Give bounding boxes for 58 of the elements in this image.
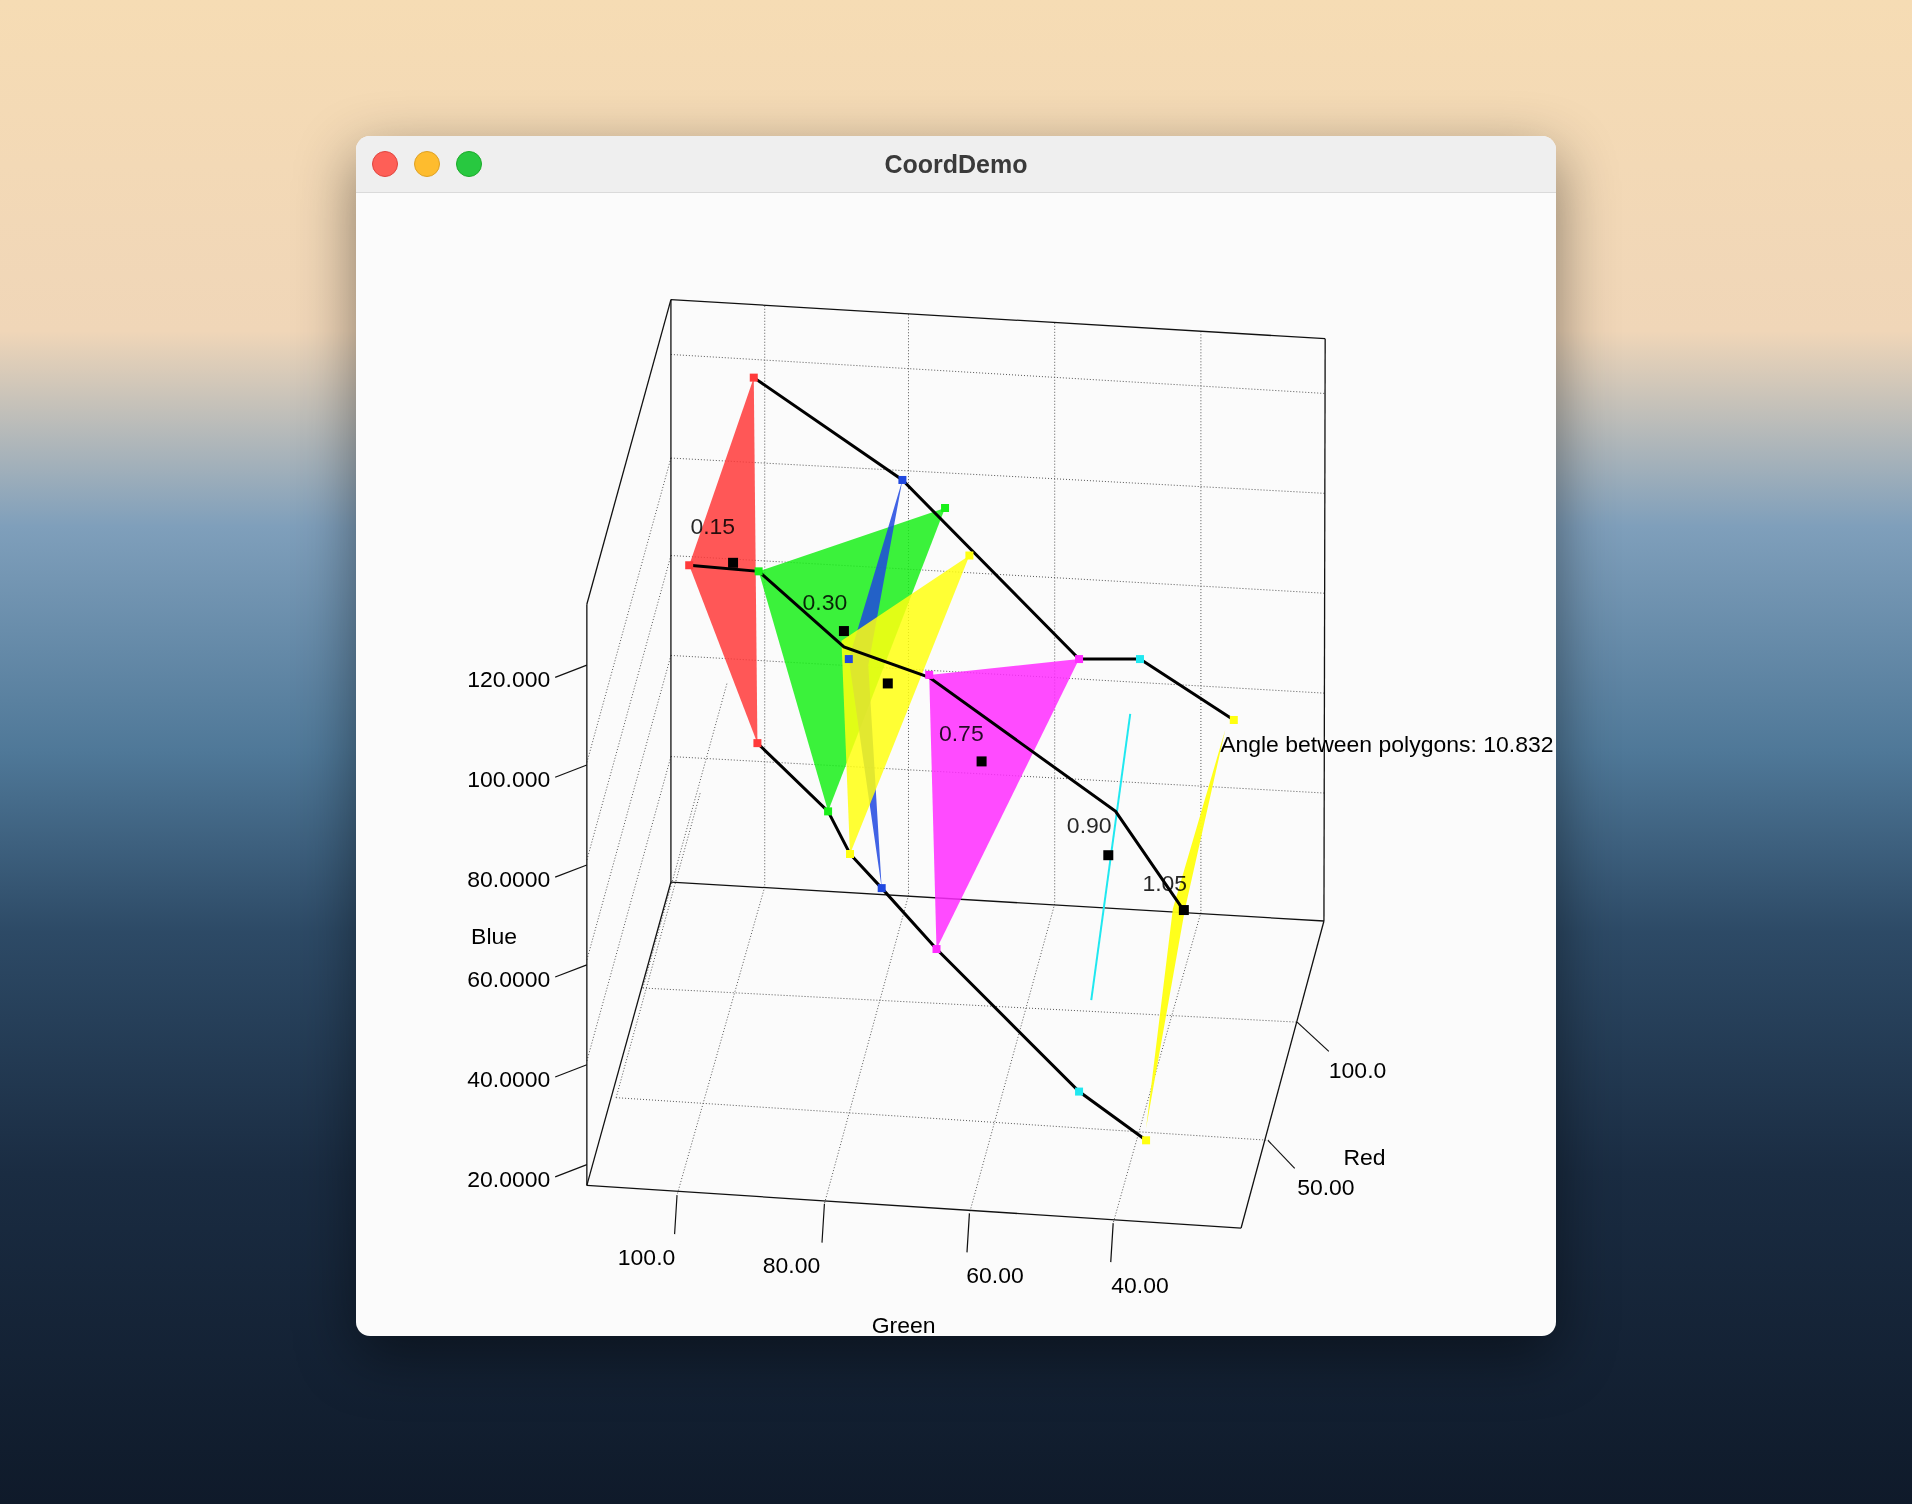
tick-label: 40.00 xyxy=(1111,1271,1169,1298)
centroid-marker xyxy=(882,678,893,689)
tick-label: 80.0000 xyxy=(467,865,551,892)
tick-mark xyxy=(1267,1139,1296,1169)
tick-mark xyxy=(1296,1021,1330,1052)
tick-mark xyxy=(554,1164,588,1178)
close-button[interactable] xyxy=(372,151,398,177)
vertex-marker xyxy=(754,567,763,576)
vertex-marker xyxy=(753,739,762,748)
vertex-marker xyxy=(844,655,853,664)
zoom-button[interactable] xyxy=(456,151,482,177)
centroid-marker xyxy=(976,756,987,767)
tick-mark xyxy=(673,1194,678,1235)
tick-label: 60.0000 xyxy=(467,965,551,992)
tick-mark xyxy=(821,1203,826,1244)
tick-mark xyxy=(554,764,588,778)
vertex-marker xyxy=(898,476,907,484)
tick-label: 100.0 xyxy=(1328,1057,1387,1084)
vertex-marker xyxy=(877,884,886,893)
vertex-marker xyxy=(749,373,758,382)
vertex-marker xyxy=(1142,1136,1151,1145)
tick-mark xyxy=(554,964,588,978)
vertex-marker xyxy=(1229,716,1238,724)
axis-label: Blue xyxy=(471,923,518,950)
vertex-marker xyxy=(941,504,950,512)
value-label: 0.75 xyxy=(938,719,984,746)
tick-label: 80.00 xyxy=(762,1252,821,1279)
centroid-marker xyxy=(728,557,739,568)
tick-mark xyxy=(966,1212,970,1253)
axis-label: Red xyxy=(1343,1143,1386,1170)
tick-mark xyxy=(554,1064,588,1078)
tick-label: 120.000 xyxy=(467,666,551,693)
vertex-marker xyxy=(1075,655,1084,664)
centroid-marker xyxy=(1178,905,1189,916)
vertex-marker xyxy=(925,670,934,679)
tick-label: 50.00 xyxy=(1297,1174,1355,1201)
vertex-marker xyxy=(1136,655,1144,664)
window-title: CoordDemo xyxy=(884,149,1028,179)
vertex-marker xyxy=(824,807,833,816)
tick-label: 100.0 xyxy=(617,1243,676,1270)
value-label: 0.90 xyxy=(1066,812,1112,839)
centroid-marker xyxy=(838,626,849,637)
tick-mark xyxy=(1110,1222,1114,1263)
tick-label: 20.0000 xyxy=(467,1165,551,1192)
tick-mark xyxy=(554,864,588,878)
tick-label: 40.0000 xyxy=(467,1065,551,1092)
tick-label: 100.000 xyxy=(467,766,551,792)
vertex-marker xyxy=(1075,1087,1084,1096)
vertex-marker xyxy=(932,945,941,954)
tick-label: 60.00 xyxy=(966,1261,1024,1288)
vertex-marker xyxy=(846,850,854,858)
vertex-marker xyxy=(685,561,694,570)
minimize-button[interactable] xyxy=(414,151,440,177)
vertex-marker xyxy=(965,551,974,560)
centroid-marker xyxy=(1103,850,1114,861)
tick-mark xyxy=(554,664,588,678)
axis-label: Green xyxy=(871,1311,936,1336)
value-label: 0.30 xyxy=(802,589,848,616)
